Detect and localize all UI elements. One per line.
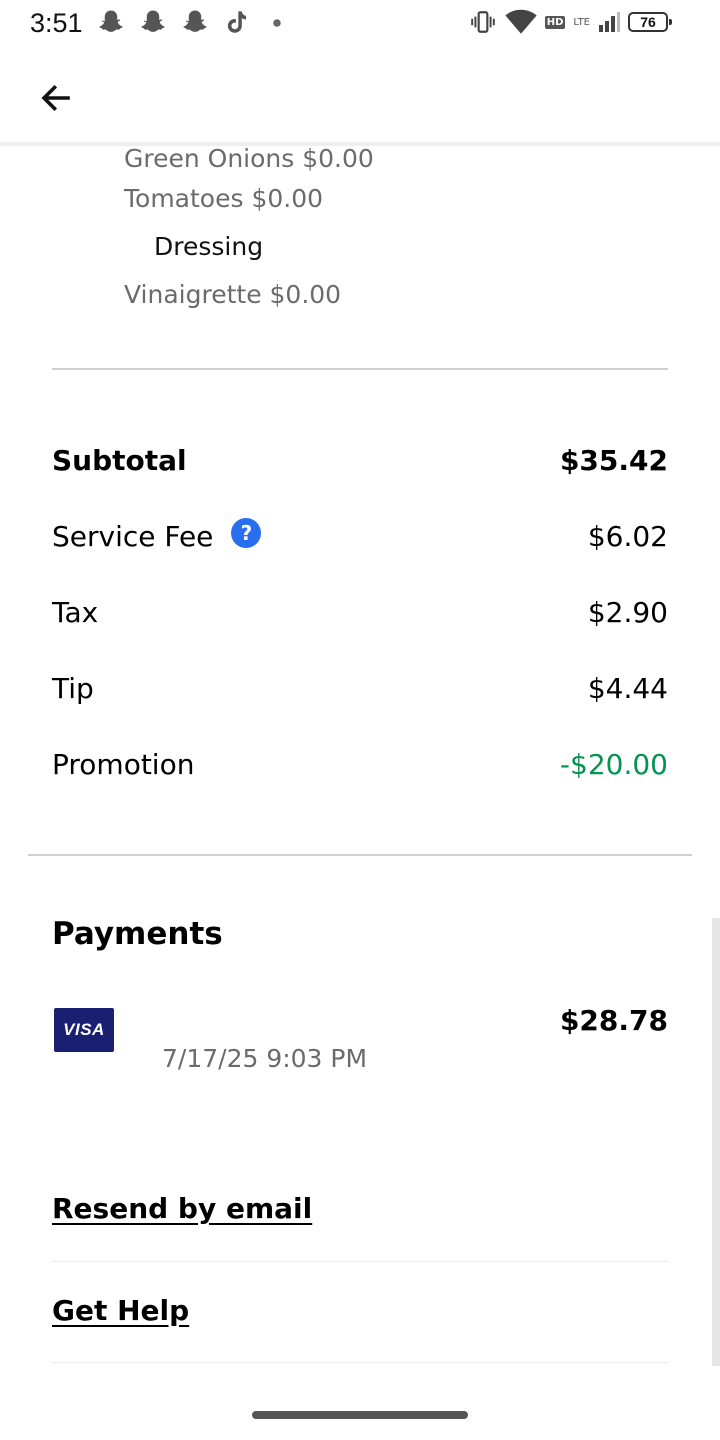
battery-icon: 76 xyxy=(628,12,672,32)
modifier-green-onions: Green Onions $0.00 xyxy=(124,144,374,173)
help-icon[interactable]: ? xyxy=(231,518,262,548)
system-status-icons: HD LTE 76 xyxy=(469,9,672,35)
payment-date: 7/17/25 9:03 PM xyxy=(162,1044,368,1073)
subtotal-row: Subtotal $35.42 xyxy=(52,440,668,480)
promotion-label: Promotion xyxy=(52,747,195,781)
payments-title: Payments xyxy=(52,916,223,952)
dot-icon xyxy=(273,19,281,27)
summary-divider xyxy=(28,854,692,856)
arrow-left-icon xyxy=(41,84,70,112)
service-fee-value: $6.02 xyxy=(587,519,668,553)
payment-amount: $28.78 xyxy=(559,1004,668,1037)
notification-icons xyxy=(96,8,292,38)
tip-label: Tip xyxy=(52,671,94,705)
home-indicator[interactable] xyxy=(252,1411,468,1419)
tiktok-icon xyxy=(227,11,247,33)
promotion-value: -$20.00 xyxy=(559,747,668,781)
wifi-icon xyxy=(505,9,537,34)
modifier-tomatoes: Tomatoes $0.00 xyxy=(124,184,324,213)
vibrate-icon xyxy=(470,11,495,33)
modifier-group-dressing: Dressing xyxy=(154,232,264,261)
app-header xyxy=(0,50,720,146)
signal-icon xyxy=(599,12,620,32)
link-divider xyxy=(52,1261,668,1262)
tax-row: Tax $2.90 xyxy=(52,592,668,632)
visa-card-icon: VISA xyxy=(54,1008,114,1052)
back-button[interactable] xyxy=(36,78,76,118)
modifier-vinaigrette: Vinaigrette $0.00 xyxy=(124,280,342,309)
tip-row: Tip $4.44 xyxy=(52,668,668,708)
link-divider xyxy=(52,1362,668,1363)
promotion-row: Promotion -$20.00 xyxy=(52,744,668,784)
service-fee-label: Service Fee xyxy=(52,519,214,553)
network-label: LTE xyxy=(573,16,590,28)
snapchat-icon xyxy=(183,10,207,32)
tip-value: $4.44 xyxy=(587,671,668,705)
service-fee-row: Service Fee ? $6.02 xyxy=(52,516,668,556)
items-divider xyxy=(52,368,668,370)
subtotal-label: Subtotal xyxy=(52,443,187,477)
tax-label: Tax xyxy=(52,595,99,629)
status-time: 3:51 xyxy=(30,8,83,38)
get-help-link[interactable]: Get Help xyxy=(52,1294,189,1327)
subtotal-value: $35.42 xyxy=(559,443,668,477)
tax-value: $2.90 xyxy=(587,595,668,629)
card-brand: VISA xyxy=(63,1020,105,1039)
resend-email-link[interactable]: Resend by email xyxy=(52,1192,312,1225)
scrollbar[interactable] xyxy=(712,918,720,1366)
snapchat-icon xyxy=(141,10,165,32)
snapchat-icon xyxy=(99,10,123,32)
status-bar: 3:51 HD LTE 76 xyxy=(0,0,720,50)
battery-level: 76 xyxy=(640,14,656,30)
hd-badge: HD xyxy=(544,15,566,29)
